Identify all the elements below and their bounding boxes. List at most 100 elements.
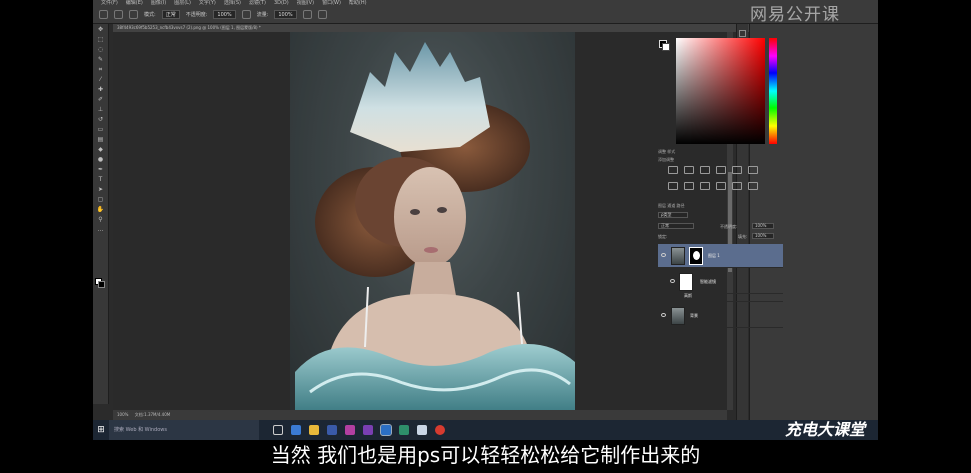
dodge-tool-icon[interactable]: ● [97,156,105,164]
layer-thumbnail [671,307,685,325]
color-picker-field[interactable] [676,38,765,144]
marquee-tool-icon[interactable]: ⬚ [97,36,105,44]
pen-tool-icon[interactable]: ✒ [97,166,105,174]
layer-kind-filter[interactable]: ρ类型 [658,212,688,218]
document-tab[interactable]: 38f4493c69f5b5253_ncfb43vxvs7 (2).png @ … [113,24,793,32]
move-tool-icon[interactable]: ✥ [97,26,105,34]
brush-tool-icon[interactable]: ✐ [97,96,105,104]
file-explorer-icon[interactable] [309,425,319,435]
photos-icon[interactable] [417,425,427,435]
mode-select[interactable]: 正常 [161,10,180,19]
visibility-eye-icon[interactable] [670,279,675,283]
layer-name[interactable]: 图层 1 [708,253,720,259]
color-panel-background[interactable] [662,43,670,51]
mode-label: 模式: [144,12,156,18]
premiere-icon[interactable] [345,425,355,435]
task-view-icon[interactable] [273,425,283,435]
color-balance-icon[interactable] [668,182,678,190]
recorder-icon[interactable] [435,425,445,435]
vibrance-icon[interactable] [732,166,742,174]
lock-label: 锁定: [658,234,668,239]
brush-preset-icon[interactable] [114,10,123,19]
hue-saturation-icon[interactable] [748,166,758,174]
background-color-swatch[interactable] [98,281,105,288]
windows-start-icon[interactable]: ⊞ [93,420,109,440]
layers-controls: ρ类型 正常 不透明度: 100% 锁定: 填充: 100% [658,212,783,242]
exposure-icon[interactable] [716,166,726,174]
path-select-tool-icon[interactable]: ➤ [97,186,105,194]
adjustment-icons [668,166,768,196]
healing-tool-icon[interactable]: ✚ [97,86,105,94]
black-white-icon[interactable] [684,182,694,190]
crop-tool-icon[interactable]: ⌗ [97,66,105,74]
portrait-photo [290,32,575,412]
store-icon[interactable] [327,425,337,435]
adjustments-tabs[interactable]: 调整 样式 [658,148,783,156]
taskbar-search[interactable]: 搜索 Web 和 Windows [109,420,259,440]
layer-name[interactable]: 背景 [690,313,698,319]
adjustments-title: 添加调整 [658,157,674,162]
gradient-tool-icon[interactable]: ▤ [97,136,105,144]
visibility-eye-icon[interactable] [661,253,666,257]
layer-row-1[interactable]: 图层 1 [658,244,783,268]
brush-tool-icon[interactable] [99,10,108,19]
airbrush-icon[interactable] [302,10,312,19]
photoshop-icon[interactable] [380,424,392,436]
tools-panel: ✥ ⬚ ◌ ✎ ⌗ ⁄ ✚ ✐ ⊥ ↺ ▭ ▤ ◆ ● ✒ T ➤ ▢ ✋ ⚲ … [93,24,109,404]
zoom-tool-icon[interactable]: ⚲ [97,216,105,224]
flow-field[interactable]: 100% [274,10,297,19]
layer-row-gaussian[interactable]: 高斯 [658,290,783,302]
layer-opacity-label: 不透明度: [720,224,738,229]
more-tools-icon[interactable]: … [97,226,105,234]
layer-mask-thumbnail[interactable] [689,247,703,265]
history-brush-tool-icon[interactable]: ↺ [97,116,105,124]
hand-tool-icon[interactable]: ✋ [97,206,105,214]
layer-name[interactable]: 高斯 [684,293,692,299]
windows-taskbar: ⊞ 搜索 Web 和 Windows [93,420,878,440]
layer-opacity-field[interactable]: 100% [752,223,774,229]
eraser-tool-icon[interactable]: ▭ [97,126,105,134]
opacity-label: 不透明度: [185,12,208,18]
edge-icon[interactable] [291,425,301,435]
type-tool-icon[interactable]: T [97,176,105,184]
flow-label: 流量: [256,12,269,18]
brush-panel-icon[interactable] [129,10,138,19]
blur-tool-icon[interactable]: ◆ [97,146,105,154]
brightness-icon[interactable] [668,166,678,174]
photo-filter-icon[interactable] [700,182,710,190]
quick-select-tool-icon[interactable]: ✎ [97,56,105,64]
shape-tool-icon[interactable]: ▢ [97,196,105,204]
after-effects-icon[interactable] [363,425,373,435]
lasso-tool-icon[interactable]: ◌ [97,46,105,54]
blend-mode-select[interactable]: 正常 [658,223,694,229]
layer-name[interactable]: 智能滤镜 [700,279,716,285]
opacity-field[interactable]: 100% [213,10,236,19]
history-panel-icon[interactable] [739,30,746,37]
curves-icon[interactable] [700,166,710,174]
watermark-logo: 网易公开课 [750,5,840,25]
layers-tabs[interactable]: 图层 通道 路径 [658,202,783,210]
status-bar: 100% 文档:1.37M/4.40M [113,410,727,420]
layer-fill-field[interactable]: 100% [752,233,774,239]
app-icon[interactable] [399,425,409,435]
levels-icon[interactable] [684,166,694,174]
visibility-eye-icon[interactable] [661,313,666,317]
taskbar-apps [259,424,445,436]
brand-logo: 充电大课堂 [785,420,866,439]
video-frame: 文件(F) 编辑(E) 图像(I) 图层(L) 文字(Y) 选择(S) 滤镜(T… [0,0,971,473]
video-subtitle: 当然 我们也是用ps可以轻轻松松给它制作出来的 [270,443,701,467]
hue-slider[interactable] [769,38,777,144]
layer-row-background[interactable]: 背景 [658,304,783,328]
filter-mask-thumbnail[interactable] [679,273,693,291]
layer-thumbnail [671,247,685,265]
eyedropper-tool-icon[interactable]: ⁄ [97,76,105,84]
canvas-image[interactable] [290,32,575,412]
channel-mixer-icon[interactable] [716,182,726,190]
pressure-opacity-icon[interactable] [241,10,251,19]
pressure-size-icon[interactable] [317,10,327,19]
stamp-tool-icon[interactable]: ⊥ [97,106,105,114]
color-lookup-icon[interactable] [732,182,742,190]
zoom-level[interactable]: 100% [117,412,128,417]
document-info[interactable]: 文档:1.37M/4.40M [135,412,170,417]
invert-icon[interactable] [748,182,758,190]
